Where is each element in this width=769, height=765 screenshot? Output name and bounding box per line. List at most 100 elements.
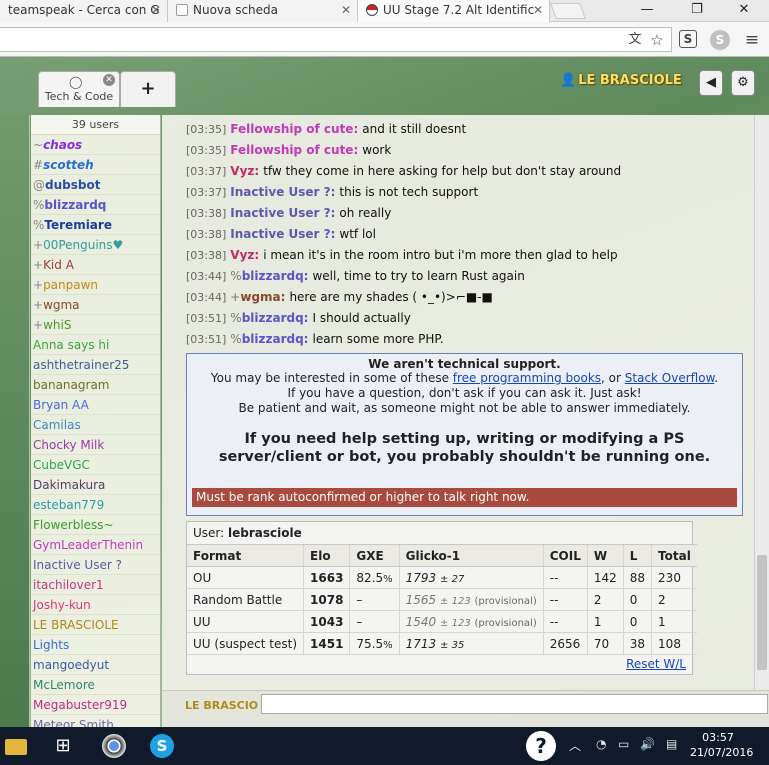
clock[interactable]: 03:57 21/07/2016 xyxy=(690,730,753,760)
user-list-item[interactable]: ashthetrainer25 xyxy=(31,355,160,375)
page-icon xyxy=(176,4,188,16)
user-list-item[interactable]: Joshy-kun xyxy=(31,595,160,615)
maximize-icon[interactable]: ❐ xyxy=(677,0,717,22)
chat-username[interactable]: %blizzardq: xyxy=(230,269,308,283)
reset-wl-link[interactable]: Reset W/L xyxy=(626,657,686,671)
chat-username[interactable]: Vyz: xyxy=(230,248,259,262)
notifications-icon[interactable]: ▤ xyxy=(666,737,677,751)
browser-tab-new[interactable]: Nuova scheda ✕ xyxy=(168,0,358,22)
user-list-item[interactable]: CubeVGC xyxy=(31,455,160,475)
user-list-item[interactable]: LE BRASCIOLE xyxy=(31,615,160,635)
user-name: dubsbot xyxy=(45,178,101,192)
chat-username[interactable]: Fellowship of cute: xyxy=(230,143,358,157)
nick-text: Fellowship of cute: xyxy=(230,143,359,157)
skype-icon[interactable]: S xyxy=(150,734,174,758)
menu-icon[interactable]: ≡ xyxy=(742,30,762,50)
translate-icon[interactable]: ⽂ xyxy=(625,30,645,50)
close-icon[interactable]: ✕ xyxy=(151,0,161,21)
user-list-item[interactable]: +panpawn xyxy=(31,275,160,295)
chat-username[interactable]: %blizzardq: xyxy=(230,332,308,346)
user-list-item[interactable]: ~chaos xyxy=(31,135,160,155)
new-tab-button[interactable] xyxy=(550,3,586,19)
user-list-item[interactable]: Camilas xyxy=(31,415,160,435)
chat-username[interactable]: Vyz: xyxy=(230,164,259,178)
scrollbar-thumb[interactable] xyxy=(757,555,767,670)
options-button[interactable]: ⚙ xyxy=(731,70,755,96)
chat-username[interactable]: Fellowship of cute: xyxy=(230,122,358,136)
minimize-icon[interactable]: — xyxy=(627,0,667,22)
free-programming-books-link[interactable]: free programming books xyxy=(453,371,601,385)
close-window-icon[interactable]: ✕ xyxy=(724,0,764,22)
user-list-item[interactable]: +whiS xyxy=(31,315,160,335)
column-header: Glicko-1 xyxy=(398,544,544,567)
intro-warning-text: If you need help setting up, writing or … xyxy=(218,431,711,465)
user-list-item[interactable]: Flowerbless~ xyxy=(31,515,160,535)
extension-s-icon[interactable]: S xyxy=(679,30,697,48)
chevron-up-icon[interactable]: ︿ xyxy=(569,737,581,754)
tab-title: teamspeak - Cerca con G xyxy=(8,3,160,17)
close-icon[interactable]: ✕ xyxy=(103,74,115,86)
user-list-item[interactable]: bananagram xyxy=(31,375,160,395)
chat-username[interactable]: +wgma: xyxy=(230,290,285,304)
tab-title: Nuova scheda xyxy=(193,3,279,17)
username-display[interactable]: 👤 LE BRASCIOLE xyxy=(560,73,682,93)
user-list-item[interactable]: @dubsbot xyxy=(31,175,160,195)
user-list-item[interactable]: Megabuster919 xyxy=(31,695,160,715)
user-list-item[interactable]: +Kid A xyxy=(31,255,160,275)
chat-username[interactable]: Inactive User ?: xyxy=(230,227,335,241)
sound-button[interactable]: ◀ xyxy=(699,70,723,96)
user-list-item[interactable]: Anna says hi xyxy=(31,335,160,355)
chat-message: [03:38] Inactive User ?: oh really xyxy=(186,203,754,224)
user-list-item[interactable]: Chocky Milk xyxy=(31,435,160,455)
user-list-item[interactable]: Inactive User ? xyxy=(31,555,160,575)
close-icon[interactable]: ✕ xyxy=(341,0,351,21)
user-list-item[interactable]: McLemore xyxy=(31,675,160,695)
user-list-item[interactable]: +00Penguins♥ xyxy=(31,235,160,255)
chrome-icon[interactable] xyxy=(102,734,126,758)
room-intro-box: We aren't technical support. You may be … xyxy=(186,353,743,516)
message-text: i mean it's in the room intro but i'm mo… xyxy=(263,248,618,262)
tab-title: UU Stage 7.2 Alt Identific xyxy=(383,3,535,17)
chat-message: [03:35] Fellowship of cute: work xyxy=(186,140,754,161)
wifi-icon[interactable]: ◔ xyxy=(596,737,606,751)
format-cell: Random Battle xyxy=(187,588,304,611)
user-list-item[interactable]: mangoedyut xyxy=(31,655,160,675)
volume-icon[interactable]: 🔊 xyxy=(640,737,655,751)
user-list-item[interactable]: Bryan AA xyxy=(31,395,160,415)
windows-start-icon[interactable]: ⊞ xyxy=(50,734,76,758)
help-icon[interactable]: ? xyxy=(526,731,556,761)
file-explorer-icon[interactable] xyxy=(5,739,27,755)
user-list-item[interactable]: GymLeaderThenin xyxy=(31,535,160,555)
browser-tab-uu-stage[interactable]: UU Stage 7.2 Alt Identific ✕ xyxy=(358,0,550,22)
user-list-item[interactable]: Lights xyxy=(31,635,160,655)
user-list-item[interactable]: %Teremiare xyxy=(31,215,160,235)
stack-overflow-link[interactable]: Stack Overflow xyxy=(625,371,715,385)
user-list-item[interactable]: Meteor Smith xyxy=(31,715,160,727)
url-input[interactable] xyxy=(0,27,672,52)
user-group-symbol: % xyxy=(230,311,242,325)
skype-extension-icon[interactable]: S xyxy=(710,30,730,50)
battery-icon[interactable]: ▭ xyxy=(618,737,629,751)
user-list-item[interactable]: #scotteh xyxy=(31,155,160,175)
bookmark-star-icon[interactable]: ☆ xyxy=(647,30,667,50)
browser-tab-teamspeak[interactable]: teamspeak - Cerca con G ✕ xyxy=(0,0,168,22)
add-tab-button[interactable]: + xyxy=(120,71,176,107)
user-list-item[interactable]: Dakimakura xyxy=(31,475,160,495)
tab-tech-code[interactable]: ◯ ✕ Tech & Code xyxy=(38,71,120,107)
user-list-item[interactable]: %blizzardq xyxy=(31,195,160,215)
chat-message-input[interactable] xyxy=(261,694,768,714)
user-group-symbol: + xyxy=(33,238,44,252)
intro-line-3: Be patient and wait, as someone might no… xyxy=(238,401,691,415)
user-name: Lights xyxy=(33,638,70,652)
user-list-item[interactable]: itachilover1 xyxy=(31,575,160,595)
intro-text: . xyxy=(714,371,719,385)
close-icon[interactable]: ✕ xyxy=(533,0,543,21)
chat-scrollbar[interactable] xyxy=(754,115,769,690)
user-list-item[interactable]: +wgma xyxy=(31,295,160,315)
user-list-item[interactable]: esteban779 xyxy=(31,495,160,515)
chat-username[interactable]: Inactive User ?: xyxy=(230,206,335,220)
chat-username[interactable]: Inactive User ?: xyxy=(230,185,335,199)
table-row: UU 1043–1540 ± 123 (provisional) -- 1 0 1 xyxy=(187,610,697,633)
chat-username[interactable]: %blizzardq: xyxy=(230,311,308,325)
intro-line-1: You may be interested in some of these f… xyxy=(187,371,742,386)
